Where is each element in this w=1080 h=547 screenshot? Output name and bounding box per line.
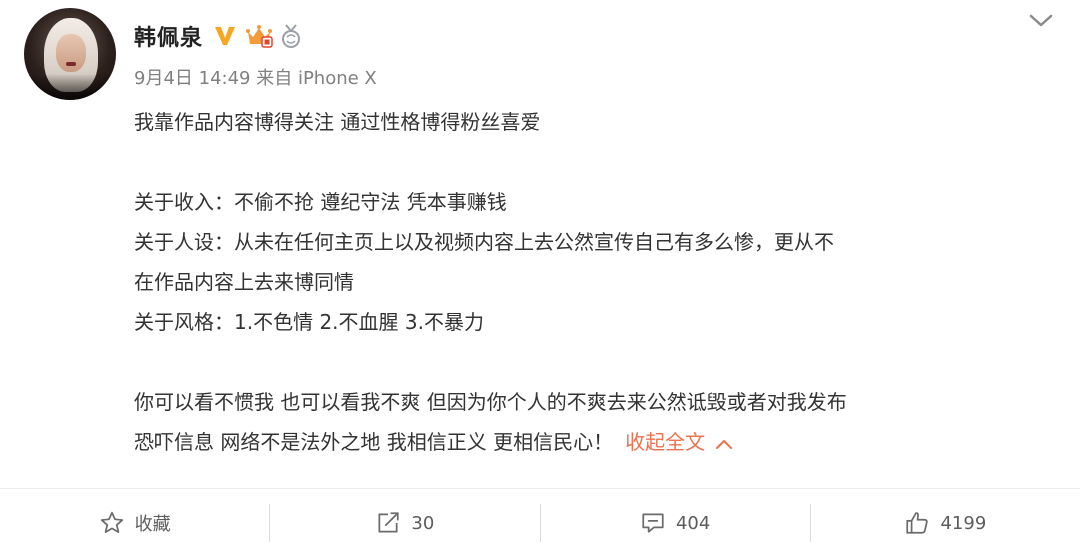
post-line-2: 关于收入：不偷不抢 遵纪守法 凭本事赚钱 [134,190,507,214]
avatar-face [56,34,86,72]
post-line-7-row: 恐吓信息 网络不是法外之地 我相信正义 更相信民心！ 收起全文 [134,422,1054,462]
repost-button[interactable]: 30 [270,499,539,547]
post-meta: 9月4日 14:49 来自 iPhone X [134,68,377,89]
like-count: 4199 [940,512,987,534]
star-icon [100,511,123,533]
avatar-shadow [24,74,116,100]
post-line-5: 关于风格：1.不色情 2.不血腥 3.不暴力 [134,310,484,334]
favorite-button[interactable]: 收藏 [0,499,269,547]
collapse-full-text-link[interactable]: 收起全文 [625,430,705,454]
author-row: 韩佩泉 [134,20,303,52]
post-line-7: 恐吓信息 网络不是法外之地 我相信正义 更相信民心！ [134,430,614,454]
chevron-down-icon[interactable] [1026,8,1056,32]
repost-icon [378,512,400,533]
repost-count: 30 [411,512,435,534]
action-bar: 收藏 30 404 4199 [0,499,1080,547]
vip-crown-icon[interactable] [245,23,273,49]
post-line-6: 你可以看不惯我 也可以看我不爽 但因为你个人的不爽去来公然诋毁或者对我发布 [134,390,847,414]
author-name[interactable]: 韩佩泉 [134,20,203,52]
medal-icon[interactable] [279,23,303,49]
post-line-4: 在作品内容上去来博同情 [134,270,354,294]
post-content: 我靠作品内容博得关注 通过性格博得粉丝喜爱 关于收入：不偷不抢 遵纪守法 凭本事… [134,102,1054,462]
chevron-up-icon[interactable] [715,438,733,450]
like-icon [906,512,929,534]
divider [0,488,1080,489]
weibo-post: 韩佩泉 9月4日 14:49 来自 iPhone X 我靠作品内容博得关注 通过… [0,0,1080,547]
avatar[interactable] [24,8,116,100]
post-line-1: 我靠作品内容博得关注 通过性格博得粉丝喜爱 [134,110,541,134]
comment-icon [642,513,664,533]
comment-count: 404 [675,512,711,534]
post-line-3: 关于人设：从未在任何主页上以及视频内容上去公然宣传自己有多么惨，更从不 [134,230,834,254]
favorite-label: 收藏 [134,514,171,535]
comment-button[interactable]: 404 [541,499,810,547]
verified-v-icon[interactable] [213,24,237,48]
like-button[interactable]: 4199 [811,499,1080,547]
avatar-lip [66,62,76,66]
